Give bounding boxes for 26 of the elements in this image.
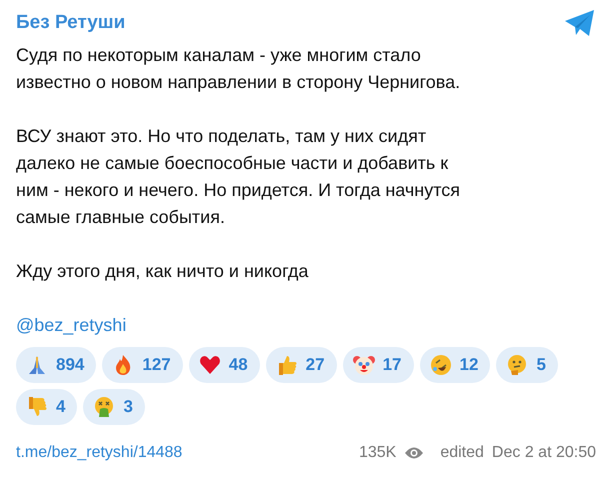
reaction-button[interactable]: 17 [342,347,414,383]
heart-icon [198,354,221,376]
vomiting-face-icon [93,396,116,418]
eye-icon [404,446,424,460]
message-paragraph: Судя по некоторым каналам - уже многим стало известно о новом направлении в сторону Чернигова. [16,44,462,94]
paper-plane-icon [564,9,596,37]
reaction-button[interactable]: 27 [266,347,337,383]
channel-mention-link[interactable]: @bez_retyshi [16,315,126,335]
laughing-face-icon [430,354,452,376]
clown-face-icon [352,354,375,376]
post-time: Dec 2 at 20:50 [492,443,596,463]
edited-label: edited [440,443,484,463]
message-paragraph: Жду этого дня, как ничто и никогда [16,260,310,283]
view-count: 135K [358,443,396,463]
reaction-button[interactable]: 48 [188,347,260,383]
reaction-button[interactable]: 894 [16,347,96,383]
thinking-face-icon [506,354,528,376]
reaction-button[interactable]: 3 [83,389,145,425]
reaction-button[interactable]: 5 [496,347,558,383]
thumbs-down-icon [26,396,48,418]
reaction-button[interactable]: 127 [102,347,183,383]
post-link[interactable]: t.me/bez_retyshi/14488 [16,441,182,465]
channel-name[interactable]: Без Ретуши [16,8,126,38]
message-paragraph: ВСУ знают это. Но что поделать, там у них сидят далеко не самые боеспособные части и добавить к ним - некого и нечего. Но придется. И тогда начнутся самые главные события. [16,125,462,229]
reaction-button[interactable]: 4 [16,389,78,425]
reaction-button[interactable]: 12 [420,347,490,383]
